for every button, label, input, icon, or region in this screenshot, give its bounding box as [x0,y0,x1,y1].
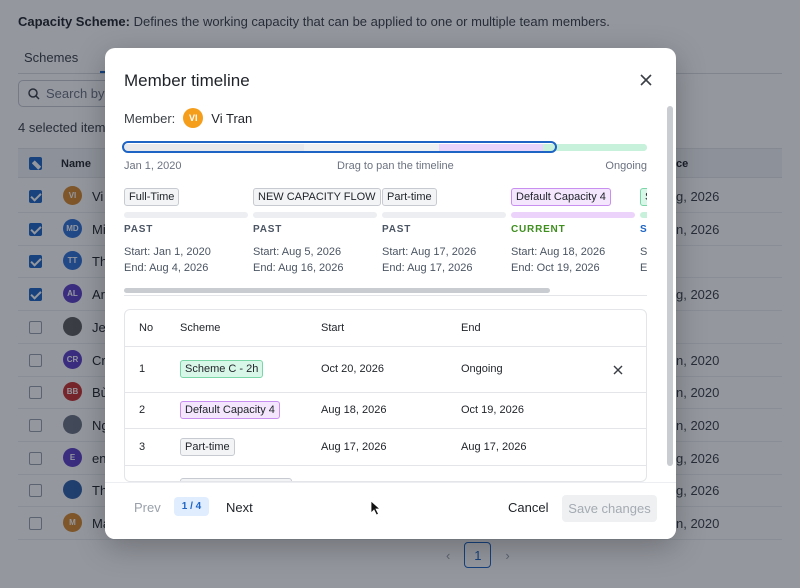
divider [124,295,647,296]
member-label: Member: [124,110,176,126]
row-start: Aug 17, 2026 [321,441,387,453]
period-status: S [640,224,647,235]
row-number: 3 [139,441,146,453]
scheme-tag: Default Capacity 4 [511,188,611,206]
timeline-end-label: Ongoing [605,160,647,172]
timeline-pan-window[interactable] [122,141,557,153]
column-no: No [139,322,154,334]
period-start: St [640,246,647,258]
timeline-segment-future [543,144,647,151]
schedule-table-header: No Scheme Start End [125,310,646,347]
row-number: 1 [139,363,146,375]
period-status: CURRENT [511,224,566,235]
dialog-scrollbar[interactable] [667,106,673,466]
row-end: Aug 17, 2026 [461,441,527,453]
cancel-button[interactable]: Cancel [508,500,548,515]
period-bar [640,212,647,218]
scheme-tag: Part-time [180,438,235,456]
table-row: 1 Scheme C - 2h Oct 20, 2026 Ongoing [125,347,646,393]
period-cards: Full-Time PAST Start: Jan 1, 2020 End: Aug … [124,188,647,293]
scheme-tag: NEW CAPACITY FLOW [253,188,381,206]
prev-button[interactable]: Prev [134,500,161,515]
close-icon[interactable] [638,72,654,88]
period-start: Start: Aug 17, 2026 [382,246,477,258]
period-card[interactable]: Part-time PAST Start: Aug 17, 2026 End: Aug… [382,188,506,274]
member-info: Member: VI Vi Tran [124,108,252,128]
next-button[interactable]: Next [226,500,253,515]
page-indicator: 1 / 4 [174,497,209,516]
table-row-partial [125,466,646,481]
period-start: Start: Aug 18, 2026 [511,246,606,258]
table-row: 3 Part-time Aug 17, 2026 Aug 17, 2026 [125,429,646,466]
period-end: End: Oct 19, 2026 [511,262,600,274]
row-end: Ongoing [461,363,503,375]
scheme-tag: Part-time [382,188,437,206]
period-card[interactable]: S S St Er [640,188,647,274]
scheme-tag: Scheme C - 2h [180,360,264,378]
period-end: End: Aug 16, 2026 [253,262,344,274]
member-name: Vi Tran [211,110,253,126]
member-timeline-dialog: Member timeline Member: VI Vi Tran Jan 1… [105,48,676,539]
scheme-tag: S [640,188,647,206]
period-cards-scrollbar[interactable] [124,288,550,293]
avatar: VI [183,108,204,128]
scheme-tag: Full-Time [124,188,180,206]
dialog-title: Member timeline [124,71,250,90]
period-card[interactable]: Full-Time PAST Start: Jan 1, 2020 End: Aug … [124,188,248,274]
period-status: PAST [382,224,412,235]
period-start: Start: Aug 5, 2026 [253,246,342,258]
period-bar [253,212,377,218]
row-start: Aug 18, 2026 [321,404,387,416]
period-card[interactable]: NEW CAPACITY FLOW PAST Start: Aug 5, 2026 E… [253,188,381,274]
row-start: Oct 20, 2026 [321,363,384,375]
period-start: Start: Jan 1, 2020 [124,246,211,258]
period-card[interactable]: Default Capacity 4 CURRENT Start: Aug 18, … [511,188,635,274]
save-changes-button[interactable]: Save changes [562,495,657,522]
table-row: 2 Default Capacity 4 Aug 18, 2026 Oct 19, 2… [125,393,646,429]
timeline-start-label: Jan 1, 2020 [124,160,182,172]
dialog-footer: Prev 1 / 4 Next Cancel Save changes [105,482,676,539]
period-status: PAST [124,224,154,235]
period-end: End: Aug 17, 2026 [382,262,473,274]
row-end: Oct 19, 2026 [461,404,524,416]
remove-row-icon[interactable] [612,364,624,376]
column-scheme: Scheme [180,322,221,334]
period-end: End: Aug 4, 2026 [124,262,209,274]
timeline-track[interactable] [122,141,647,153]
scheme-tag: Default Capacity 4 [180,401,280,419]
schedule-table: No Scheme Start End 1 Scheme C - 2h Oct 20… [124,309,647,482]
period-bar [511,212,635,218]
column-end: End [461,322,481,334]
column-start: Start [321,322,345,334]
mouse-cursor-icon [370,500,382,516]
timeline-hint: Drag to pan the timeline [337,160,454,172]
period-bar [124,212,248,218]
period-status: PAST [253,224,283,235]
period-end: Er [640,262,647,274]
period-bar [382,212,506,218]
row-number: 2 [139,404,146,416]
